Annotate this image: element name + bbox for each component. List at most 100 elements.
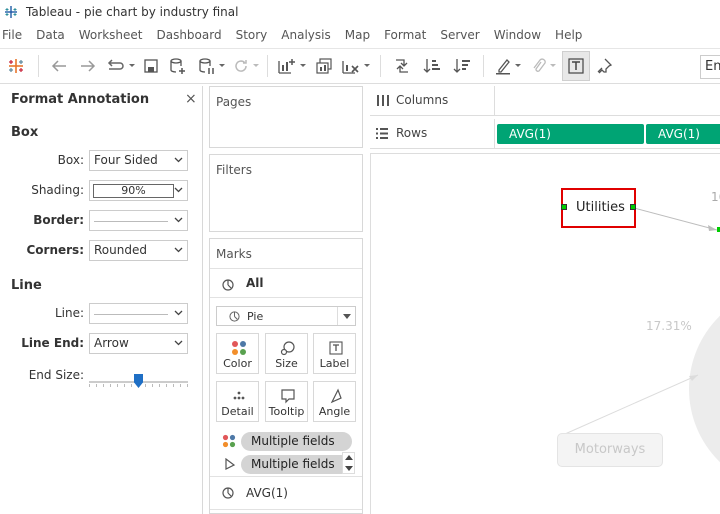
menu-story[interactable]: Story: [230, 28, 274, 42]
sort-ascending-icon[interactable]: [417, 51, 447, 81]
rows-pill-1[interactable]: AVG(1): [497, 124, 644, 144]
line-dropdown[interactable]: [89, 303, 188, 324]
angle-field-pill[interactable]: Multiple fields: [241, 455, 352, 474]
font-box[interactable]: En: [700, 55, 720, 79]
motorways-annotation[interactable]: Motorways: [557, 433, 663, 467]
angle-card[interactable]: Angle: [313, 381, 356, 422]
highlight-icon[interactable]: [490, 51, 526, 81]
columns-shelf[interactable]: Columns: [370, 86, 720, 116]
box-value: Four Sided: [94, 153, 158, 167]
end-size-label: End Size:: [28, 368, 84, 382]
color-card-label: Color: [223, 357, 252, 370]
pill-scrollbar[interactable]: [342, 452, 355, 474]
pie-mark-icon: [222, 279, 234, 291]
rows-pill-2[interactable]: AVG(1): [646, 124, 720, 144]
color-card[interactable]: Color: [216, 333, 259, 374]
marks-avg-row[interactable]: AVG(1): [210, 476, 362, 510]
menu-server[interactable]: Server: [434, 28, 485, 42]
color-field-pill[interactable]: Multiple fields: [241, 432, 352, 451]
box-label: Box:: [57, 153, 84, 167]
toolbar: En: [0, 48, 720, 84]
menu-worksheet[interactable]: Worksheet: [73, 28, 149, 42]
pie-slice[interactable]: [689, 287, 720, 491]
sort-descending-icon[interactable]: [447, 51, 477, 81]
tooltip-icon: [281, 389, 295, 404]
end-size-slider[interactable]: [89, 373, 188, 393]
menu-data[interactable]: Data: [30, 28, 71, 42]
replay-icon[interactable]: [103, 51, 139, 81]
resize-handle-right[interactable]: [630, 204, 636, 210]
undo-icon[interactable]: [45, 51, 73, 81]
border-dropdown[interactable]: [89, 210, 188, 231]
chevron-down-icon: [174, 247, 183, 253]
color-dots-icon: [232, 341, 246, 355]
box-section-header: Box: [11, 125, 39, 140]
line-preview: [94, 314, 168, 315]
utilities-annotation[interactable]: Utilities: [561, 188, 636, 228]
panel-title: Format Annotation: [11, 92, 150, 107]
menu-help[interactable]: Help: [549, 28, 588, 42]
line-end-label: Line End:: [21, 336, 84, 350]
border-line-preview: [94, 221, 168, 222]
label-card[interactable]: Label: [313, 333, 356, 374]
tooltip-card[interactable]: Tooltip: [265, 381, 308, 422]
shading-dropdown[interactable]: 90%: [89, 180, 188, 201]
mark-type-value: Pie: [247, 310, 264, 323]
pie-mark-icon: [229, 311, 240, 322]
pages-title: Pages: [216, 95, 252, 109]
menu-dashboard[interactable]: Dashboard: [150, 28, 227, 42]
menu-bar: File Data Worksheet Dashboard Story Anal…: [0, 24, 720, 46]
size-icon: [280, 341, 295, 356]
detail-card[interactable]: Detail: [216, 381, 259, 422]
utilities-annotation-line: [633, 207, 718, 231]
line-label: Line:: [54, 306, 84, 320]
marks-avg-label: AVG(1): [246, 486, 288, 500]
pie-mark-icon: [222, 487, 234, 499]
chevron-down-icon: [174, 217, 183, 223]
menu-analysis[interactable]: Analysis: [275, 28, 336, 42]
partial-value-label: 16: [711, 190, 720, 204]
marks-all-row[interactable]: All: [210, 268, 362, 298]
marks-all-label: All: [246, 276, 264, 290]
color-dots-icon: [222, 434, 236, 448]
corners-label: Corners:: [26, 243, 84, 257]
show-mark-labels-icon[interactable]: [562, 51, 590, 81]
pie-chart-view: [564, 207, 720, 491]
corners-dropdown[interactable]: Rounded: [89, 240, 188, 261]
pause-updates-icon[interactable]: [193, 51, 231, 81]
resize-handle-left[interactable]: [561, 204, 567, 210]
columns-icon: [377, 95, 389, 106]
size-card-label: Size: [275, 357, 298, 370]
refresh-icon[interactable]: [231, 51, 261, 81]
duplicate-sheet-icon[interactable]: [310, 51, 338, 81]
group-members-icon[interactable]: [526, 51, 562, 81]
save-icon[interactable]: [139, 51, 163, 81]
swap-rows-columns-icon[interactable]: [387, 51, 417, 81]
detail-dots-icon: [233, 391, 245, 400]
filters-title: Filters: [216, 163, 252, 177]
pin-icon[interactable]: [590, 51, 618, 81]
line-end-dropdown[interactable]: Arrow: [89, 333, 188, 354]
box-dropdown[interactable]: Four Sided: [89, 150, 188, 171]
shading-value: 90%: [93, 184, 174, 198]
menu-window[interactable]: Window: [488, 28, 547, 42]
filters-pane: Filters: [209, 154, 363, 232]
new-worksheet-icon[interactable]: [274, 51, 310, 81]
columns-label: Columns: [396, 93, 449, 107]
redo-icon[interactable]: [73, 51, 103, 81]
angle-icon: [330, 388, 342, 404]
new-datasource-icon[interactable]: [163, 51, 193, 81]
format-annotation-panel: Format Annotation × Box Box: Four Sided …: [0, 86, 203, 514]
menu-map[interactable]: Map: [339, 28, 376, 42]
close-icon[interactable]: ×: [185, 91, 197, 107]
menu-format[interactable]: Format: [378, 28, 432, 42]
menu-file[interactable]: File: [0, 28, 28, 42]
rows-label: Rows: [396, 126, 428, 140]
border-label: Border:: [33, 213, 84, 227]
title-bar: Tableau - pie chart by industry final: [0, 0, 720, 24]
worksheet-canvas[interactable]: Utilities 16 17.31% Motorways: [370, 153, 720, 514]
size-card[interactable]: Size: [265, 333, 308, 374]
clear-sheet-icon[interactable]: [338, 51, 374, 81]
tableau-home-icon[interactable]: [0, 51, 32, 81]
mark-type-dropdown[interactable]: Pie: [216, 306, 356, 326]
